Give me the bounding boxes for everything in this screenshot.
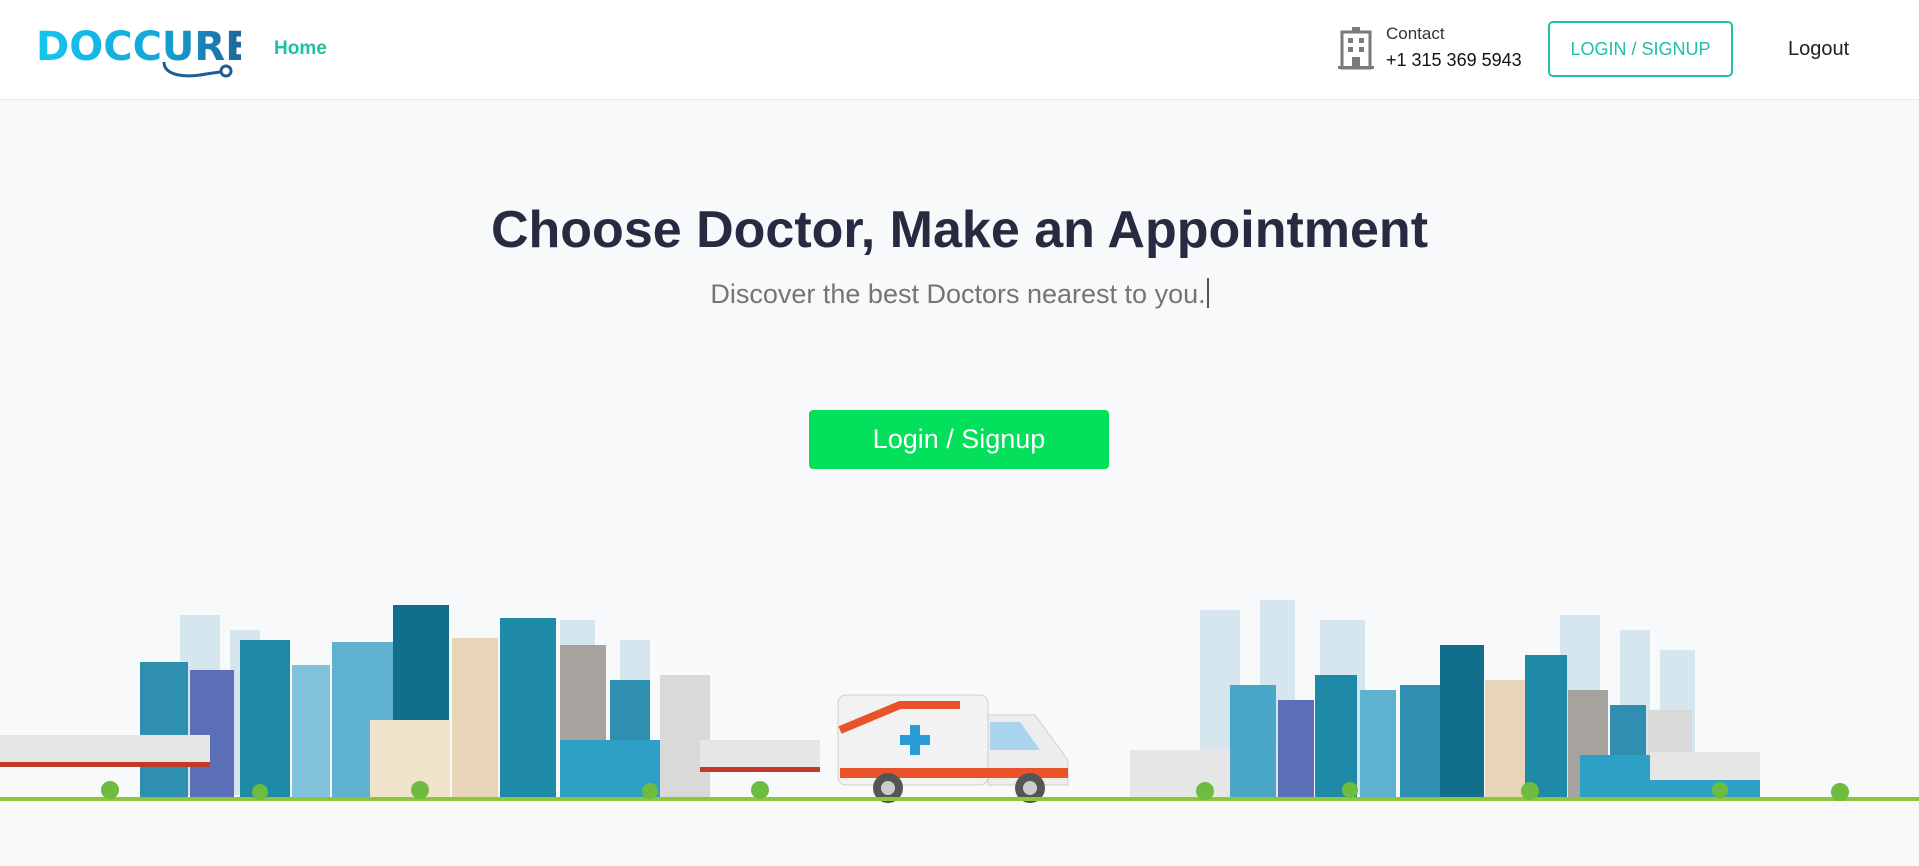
doccure-logo[interactable]: DOCCURE — [36, 18, 241, 78]
hero-login-signup-button[interactable]: Login / Signup — [809, 410, 1109, 469]
logout-link[interactable]: Logout — [1788, 38, 1849, 61]
hero-subtitle: Discover the best Doctors nearest to you… — [0, 278, 1919, 310]
header-login-signup-button[interactable]: LOGIN / SIGNUP — [1548, 21, 1733, 77]
hero-title: Choose Doctor, Make an Appointment — [490, 201, 1429, 259]
city-skyline-illustration — [0, 600, 1919, 803]
building-icon — [1338, 27, 1374, 70]
site-header: DOCCURE Home Contact +1 315 369 5943 LOG… — [0, 0, 1919, 100]
nav-home-link[interactable]: Home — [274, 38, 327, 60]
text-cursor — [1206, 278, 1209, 308]
ambulance-illustration — [837, 694, 1069, 803]
contact-label: Contact — [1386, 24, 1445, 43]
contact-phone[interactable]: +1 315 369 5943 — [1386, 50, 1522, 71]
left-buildings — [0, 605, 820, 797]
hero-subtitle-text: Discover the best Doctors nearest to you… — [710, 279, 1206, 309]
logo-text: DOCCURE — [36, 24, 241, 70]
